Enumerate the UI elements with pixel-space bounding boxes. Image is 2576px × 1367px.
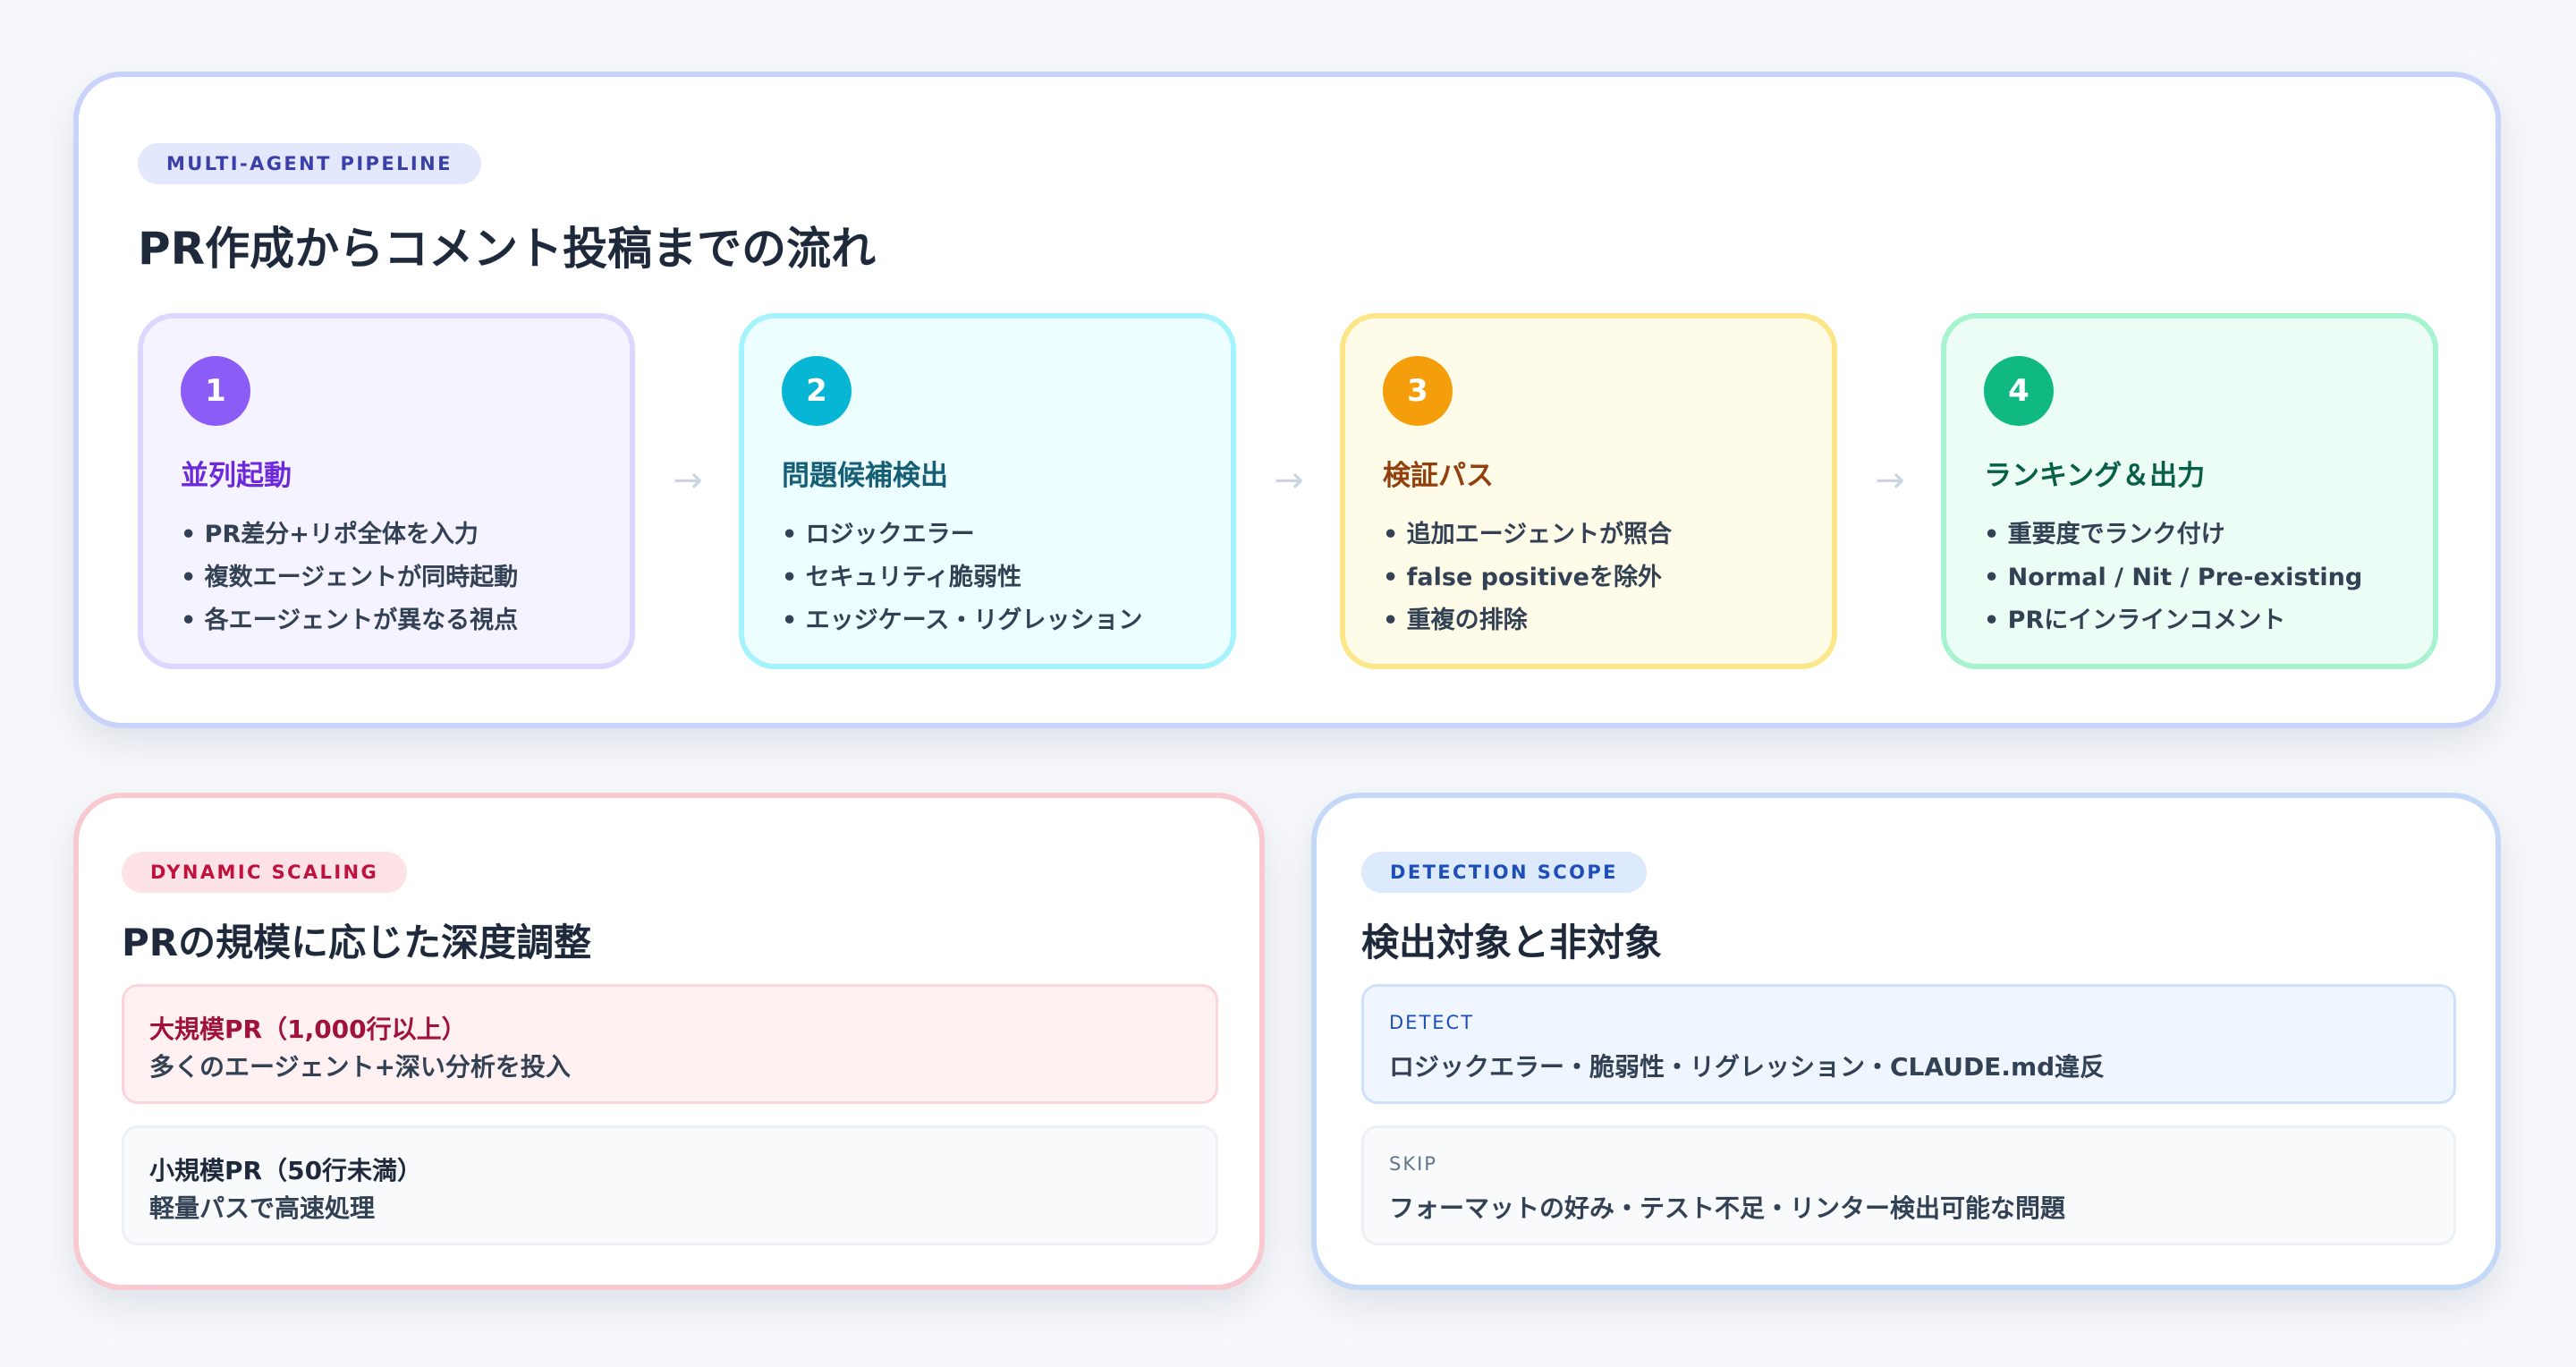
skip-row: SKIP フォーマットの好み・テスト不足・リンター検出可能な問題 [1361,1125,2456,1245]
step-item: 重複の排除 [1383,599,1672,642]
step-item: セキュリティ脆弱性 [782,556,1142,599]
scope-title: 検出対象と非対象 [1361,921,1663,964]
step-item: 重要度でランク付け [1984,514,2362,556]
arrow-right-icon: → [673,460,703,501]
pipeline-badge: MULTI-AGENT PIPELINE [138,143,481,184]
step-items: 重要度でランク付け Normal / Nit / Pre-existing PR… [1984,514,2363,642]
step-item: ロジックエラー [782,514,1142,556]
small-pr-row: 小規模PR（50行未満） 軽量パスで高速処理 [122,1125,1218,1245]
step-item: false positiveを除外 [1383,556,1672,599]
step-items: 追加エージェントが照合 false positiveを除外 重複の排除 [1383,514,1672,642]
pipeline-step-4: 4 ランキング＆出力 重要度でランク付け Normal / Nit / Pre-… [1941,313,2438,669]
arrow-right-icon: → [1274,460,1304,501]
step-number-badge: 3 [1383,356,1453,426]
detect-label: DETECT [1389,1012,1475,1033]
step-item: PR差分+リポ全体を入力 [181,514,518,556]
scaling-card: DYNAMIC SCALING PRの規模に応じた深度調整 大規模PR（1,00… [73,793,1265,1290]
step-item: エッジケース・リグレッション [782,599,1143,642]
pipeline-card: MULTI-AGENT PIPELINE PR作成からコメント投稿までの流れ 1… [73,72,2501,728]
large-pr-desc: 多くのエージェント+深い分析を投入 [149,1052,571,1082]
arrow-right-icon: → [1875,460,1905,501]
scaling-title: PRの規模に応じた深度調整 [122,921,592,964]
large-pr-row: 大規模PR（1,000行以上） 多くのエージェント+深い分析を投入 [122,984,1218,1104]
step-item: Normal / Nit / Pre-existing [1984,556,2363,599]
large-pr-title: 大規模PR（1,000行以上） [149,1015,467,1044]
pipeline-title: PR作成からコメント投稿までの流れ [138,223,877,275]
step-item: 複数エージェントが同時起動 [181,556,518,599]
small-pr-title: 小規模PR（50行未満） [149,1156,423,1185]
step-title: ランキング＆出力 [1984,460,2206,492]
detect-text: ロジックエラー・脆弱性・リグレッション・CLAUDE.md違反 [1389,1052,2106,1082]
step-title: 検証パス [1383,460,1494,492]
detect-row: DETECT ロジックエラー・脆弱性・リグレッション・CLAUDE.md違反 [1361,984,2456,1104]
step-items: ロジックエラー セキュリティ脆弱性 エッジケース・リグレッション [782,514,1143,642]
step-item: 各エージェントが異なる視点 [181,599,518,642]
step-number-badge: 4 [1984,356,2054,426]
step-number-badge: 2 [782,356,852,426]
step-items: PR差分+リポ全体を入力 複数エージェントが同時起動 各エージェントが異なる視点 [181,514,518,642]
scope-badge: DETECTION SCOPE [1361,852,1647,893]
pipeline-step-2: 2 問題候補検出 ロジックエラー セキュリティ脆弱性 エッジケース・リグレッショ… [739,313,1236,669]
step-title: 問題候補検出 [782,460,948,492]
skip-text: フォーマットの好み・テスト不足・リンター検出可能な問題 [1389,1193,2066,1223]
pipeline-step-3: 3 検証パス 追加エージェントが照合 false positiveを除外 重複の… [1340,313,1837,669]
pipeline-step-1: 1 並列起動 PR差分+リポ全体を入力 複数エージェントが同時起動 各エージェン… [138,313,635,669]
step-title: 並列起動 [181,460,292,492]
small-pr-desc: 軽量パスで高速処理 [149,1193,376,1223]
skip-label: SKIP [1389,1153,1437,1175]
scaling-badge: DYNAMIC SCALING [122,852,408,893]
scope-card: DETECTION SCOPE 検出対象と非対象 DETECT ロジックエラー・… [1311,793,2501,1290]
step-number-badge: 1 [181,356,250,426]
step-item: 追加エージェントが照合 [1383,514,1672,556]
step-item: PRにインラインコメント [1984,599,2362,642]
